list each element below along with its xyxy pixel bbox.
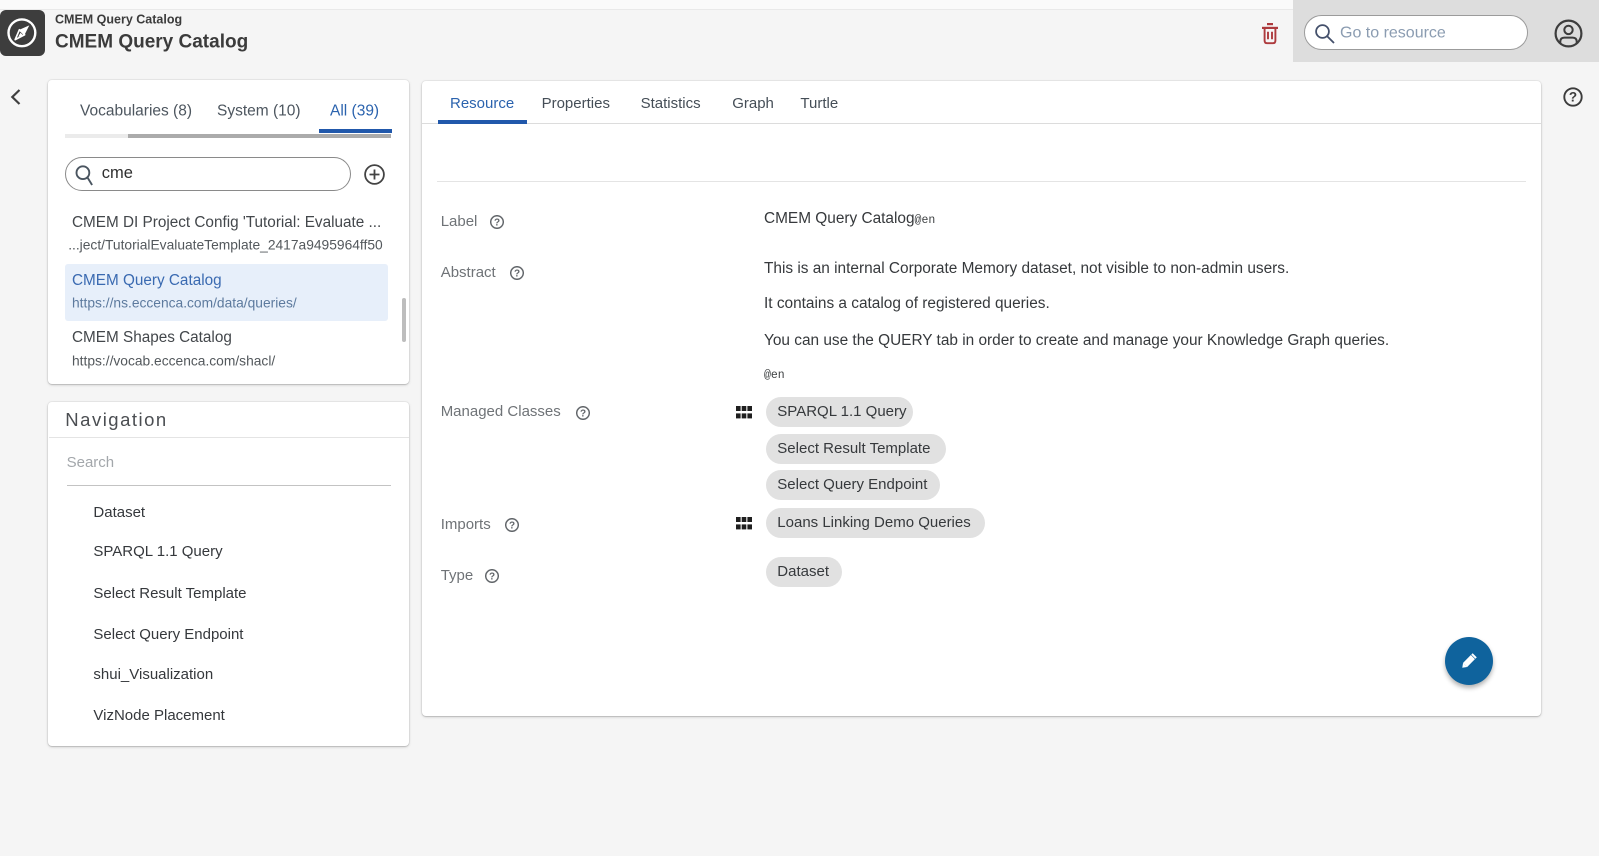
svg-text:?: ? [1569,90,1577,105]
